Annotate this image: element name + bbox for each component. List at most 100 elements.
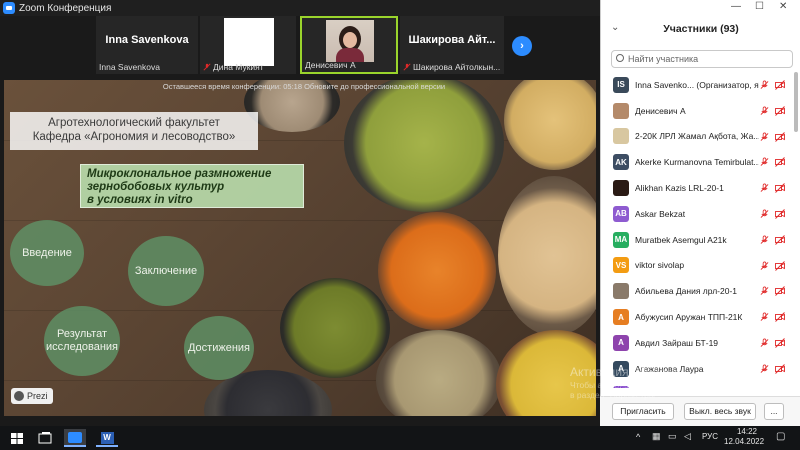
department-name: Кафедра «Агрономия и лесоводство» (32, 131, 236, 143)
participants-footer: Пригласить Выкл. весь звук ... (600, 396, 800, 426)
invite-button[interactable]: Пригласить (612, 403, 674, 420)
avatar: AK (613, 154, 629, 171)
participant-row[interactable]: 2-20К ЛРЛ Жамал Ақбота, Жа... (601, 124, 793, 150)
taskbar-word-app[interactable]: W (96, 429, 118, 447)
minimize-icon[interactable]: — (731, 1, 741, 12)
avatar: А (613, 334, 629, 351)
participant-search-input[interactable]: Найти участника (611, 50, 793, 68)
avatar: AB (613, 205, 629, 222)
next-page-button[interactable]: › (512, 36, 532, 56)
windows-start-icon[interactable] (10, 429, 24, 447)
chevron-right-icon: › (520, 40, 524, 52)
participant-name: Абужусип Аружан ТПП-21К (635, 312, 743, 323)
avatar: MA (613, 231, 629, 248)
participant-row[interactable]: Абильева Дания лрл-20-1 (601, 278, 793, 304)
prezi-label: Prezi (27, 391, 48, 401)
participant-row[interactable]: Денисевич А (601, 98, 793, 124)
video-off-icon (775, 286, 785, 297)
clock-time[interactable]: 14:22 (734, 427, 760, 436)
hint-line: в раздел "Параметры". (570, 390, 661, 400)
word-app-icon: W (100, 432, 114, 444)
video-off-icon (775, 260, 785, 271)
participant-row[interactable]: AK Akerke Kurmanovna Temirbulat... (601, 149, 793, 175)
mic-muted-icon (760, 132, 769, 141)
notifications-icon[interactable]: ▢ (776, 431, 785, 442)
participants-list: IS Inna Savenko... (Организатор, я) Денисе… (601, 72, 793, 388)
mic-muted-icon (760, 338, 769, 347)
tile-name-label: Дина Мукият (203, 62, 264, 72)
maximize-icon[interactable]: ☐ (755, 1, 764, 12)
faculty-header-box: Агротехнологический факультет Кафедра «А… (10, 112, 258, 150)
participant-row[interactable]: Alikhan Kazis LRL-20-1 (601, 175, 793, 201)
avatar (613, 102, 629, 119)
video-off-icon (775, 183, 785, 194)
search-placeholder: Найти участника (628, 54, 699, 64)
mic-muted-icon (760, 80, 769, 89)
battery-icon[interactable]: ▭ (668, 431, 677, 442)
volume-icon[interactable]: ◁ (684, 431, 691, 442)
participants-panel: — ☐ ✕ ⌄ Участники (93) Найти участника I… (600, 0, 800, 426)
time-remaining-notice: Оставшееся время конференции: 05:18 Обно… (162, 82, 446, 91)
network-icon[interactable]: ▦ (652, 431, 661, 442)
more-options-button[interactable]: ... (764, 403, 784, 420)
taskbar-zoom-app[interactable] (64, 429, 86, 447)
video-off-icon (775, 105, 785, 116)
video-frame-white (224, 18, 274, 66)
video-strip: Inna Savenkova Inna Savenkova Дина Мукия… (0, 16, 600, 76)
nav-circle-results[interactable]: Результат исследования (44, 306, 120, 376)
presentation-slide: Оставшееся время конференции: 05:18 Обно… (4, 80, 596, 416)
tile-name-label: Шакирова Айтолкын... (403, 62, 500, 72)
window-titlebar: Zoom Конференция (0, 0, 600, 16)
mic-muted-icon (760, 261, 769, 270)
clock-date[interactable]: 12.04.2022 (724, 437, 764, 446)
tile-big-name: Inna Savenkova (105, 34, 189, 46)
participant-row[interactable]: AB Askar Bekzat (601, 201, 793, 227)
shared-screen: Оставшееся время конференции: 05:18 Обно… (0, 78, 600, 426)
zoom-app-icon (68, 432, 82, 443)
video-tile-inna[interactable]: Inna Savenkova Inna Savenkova (96, 16, 198, 74)
video-tile-dina[interactable]: Дина Мукият (200, 16, 296, 74)
participant-row[interactable]: IS Inna Savenko... (Организатор, я) (601, 72, 793, 98)
search-icon (616, 54, 624, 62)
bowl-red-lentils (378, 212, 496, 330)
tile-name-label: Денисевич А (305, 60, 356, 70)
participant-name: Alikhan Kazis LRL-20-1 (635, 183, 724, 194)
avatar (613, 128, 629, 145)
task-view-icon[interactable] (38, 429, 52, 447)
nav-circle-introduction[interactable]: Введение (10, 220, 84, 286)
close-icon[interactable]: ✕ (779, 1, 787, 12)
participant-row[interactable]: А Абужусип Аружан ТПП-21К (601, 304, 793, 330)
participant-name: Денисевич А (635, 105, 686, 116)
prezi-logo-icon (14, 391, 24, 401)
participants-scrollbar[interactable] (794, 72, 798, 132)
participant-name: Askar Bekzat (635, 208, 686, 219)
window-title: Zoom Конференция (19, 2, 112, 14)
video-tile-shakirova[interactable]: Шакирова Айт... Шакирова Айтолкын... (400, 16, 504, 74)
tile-big-name: Шакирова Айт... (408, 34, 496, 46)
participant-row[interactable]: А Авдил Зайраш БТ-19 (601, 330, 793, 356)
video-off-icon (775, 157, 785, 168)
faculty-name: Агротехнологический факультет (48, 117, 220, 129)
video-off-icon (775, 363, 785, 374)
language-indicator[interactable]: РУС (702, 432, 718, 441)
tray-chevron-icon[interactable]: ^ (636, 432, 640, 442)
avatar (613, 180, 629, 197)
nav-circle-achievements[interactable]: Достижения (184, 316, 254, 380)
mic-muted-icon (760, 286, 769, 296)
participant-row[interactable]: MA Muratbek Asemgul A21k (601, 227, 793, 253)
prezi-badge[interactable]: Prezi (11, 388, 53, 404)
mic-muted-icon (760, 106, 769, 115)
avatar: А (613, 309, 629, 326)
video-frame (326, 20, 374, 62)
mic-muted-icon (760, 235, 769, 244)
participant-name: Muratbek Asemgul A21k (635, 234, 727, 245)
person-face (343, 32, 357, 48)
mute-all-button[interactable]: Выкл. весь звук (684, 403, 756, 420)
mic-muted-icon (760, 364, 769, 373)
nav-circle-conclusion[interactable]: Заключение (128, 236, 204, 306)
video-tile-denisevich[interactable]: Денисевич А (300, 16, 398, 74)
video-off-icon (775, 209, 785, 219)
avatar: IS (613, 76, 629, 93)
participant-name: Inna Savenko... (Организатор, я) (635, 79, 759, 90)
participant-row[interactable]: VS viktor sivolap (601, 253, 793, 279)
